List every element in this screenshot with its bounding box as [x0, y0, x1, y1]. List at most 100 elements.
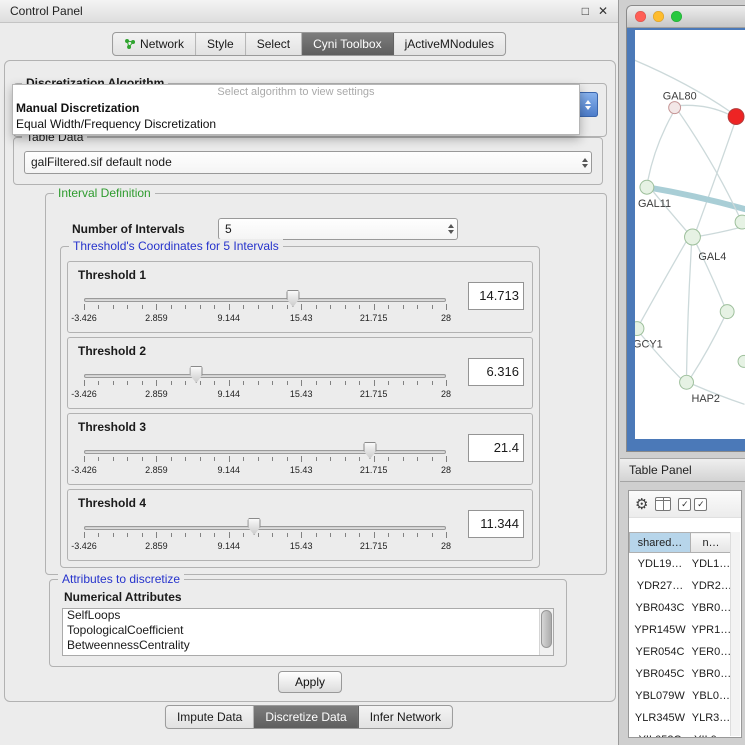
tab-label: Select — [257, 37, 290, 51]
threshold-slider[interactable]: -3.4262.8599.14415.4321.71528 — [84, 366, 446, 404]
attributes-list[interactable]: SelfLoopsTopologicalCoefficientBetweenne… — [62, 608, 554, 656]
threshold-value-field[interactable]: 21.4 — [468, 434, 524, 462]
network-node[interactable] — [738, 355, 745, 367]
zoom-traffic-light[interactable] — [671, 11, 682, 22]
slider-track[interactable] — [84, 450, 446, 454]
table-row[interactable]: YDL19…YDL1… — [630, 553, 732, 576]
table-row[interactable]: YDR27…YDR2… — [630, 575, 732, 597]
tab-cyni-toolbox[interactable]: Cyni Toolbox — [302, 33, 393, 55]
tab-select[interactable]: Select — [246, 33, 302, 55]
table-cell[interactable]: YBR045C — [630, 663, 691, 685]
table-scrollbar[interactable] — [730, 532, 740, 736]
network-edge[interactable] — [635, 58, 730, 112]
table-cell[interactable]: YIL0… — [691, 729, 732, 738]
tab-label: Infer Network — [370, 710, 441, 724]
table-row[interactable]: YER054CYER0… — [630, 641, 732, 663]
table-cell[interactable]: YBL079W — [630, 685, 691, 707]
threshold-slider[interactable]: -3.4262.8599.14415.4321.71528 — [84, 518, 446, 556]
tab-infer-network[interactable]: Infer Network — [359, 706, 452, 728]
table-row[interactable]: YBR043CYBR0… — [630, 597, 732, 619]
network-edge[interactable] — [641, 241, 687, 322]
apply-button[interactable]: Apply — [278, 671, 342, 693]
threshold-value-field[interactable]: 11.344 — [468, 510, 524, 538]
slider-track[interactable] — [84, 298, 446, 302]
attribute-list-item[interactable]: TopologicalCoefficient — [62, 623, 554, 638]
table-cell[interactable]: YDR27… — [630, 575, 691, 597]
network-edge[interactable] — [687, 245, 692, 375]
network-node[interactable] — [720, 305, 734, 319]
network-edge[interactable] — [691, 318, 724, 377]
scrollbar-thumb[interactable] — [541, 610, 552, 648]
network-edge[interactable] — [700, 228, 738, 236]
table-cell[interactable]: YBR0… — [691, 663, 732, 685]
table-cell[interactable]: YDL19… — [630, 553, 691, 576]
combobox-stepper-icon[interactable] — [448, 224, 454, 234]
gear-icon[interactable]: ⚙ — [635, 497, 648, 512]
table-cell[interactable]: YLR345W — [630, 707, 691, 729]
table-row[interactable]: YIL052CYIL0… — [630, 729, 732, 738]
threshold-box: Threshold 4-3.4262.8599.14415.4321.71528… — [67, 489, 533, 561]
table-panel-header[interactable]: Table Panel — [620, 458, 745, 482]
network-edge[interactable] — [696, 125, 734, 230]
list-scrollbar[interactable] — [539, 609, 553, 655]
number-of-intervals-combobox[interactable]: 5 — [218, 218, 458, 240]
network-node-gal80[interactable] — [669, 102, 681, 114]
combobox-stepper-icon[interactable] — [582, 158, 588, 168]
network-window-titlebar[interactable] — [627, 6, 745, 28]
table-row[interactable]: YBL079WYBL0… — [630, 685, 732, 707]
tab-style[interactable]: Style — [196, 33, 246, 55]
table-cell[interactable]: YIL052C — [630, 729, 691, 738]
combobox-stepper-icon[interactable] — [578, 92, 598, 117]
minimize-traffic-light[interactable] — [653, 11, 664, 22]
tab-impute-data[interactable]: Impute Data — [166, 706, 254, 728]
close-traffic-light[interactable] — [635, 11, 646, 22]
threshold-slider[interactable]: -3.4262.8599.14415.4321.71528 — [84, 290, 446, 328]
float-window-icon[interactable]: □ — [582, 4, 589, 18]
network-edge[interactable] — [648, 114, 673, 181]
select-none-checkbox-icon[interactable]: ✓ — [694, 498, 707, 511]
threshold-slider[interactable]: -3.4262.8599.14415.4321.71528 — [84, 442, 446, 480]
tab-network[interactable]: Network — [113, 33, 196, 55]
network-edge[interactable] — [679, 105, 730, 114]
table-cell[interactable]: YLR3… — [691, 707, 732, 729]
column-header-name[interactable]: n… — [691, 533, 732, 553]
close-icon[interactable]: ✕ — [598, 4, 608, 18]
table-row[interactable]: YLR345WYLR3… — [630, 707, 732, 729]
slider-track[interactable] — [84, 374, 446, 378]
slider-track[interactable] — [84, 526, 446, 530]
column-header-shared-name[interactable]: shared… — [630, 533, 691, 553]
threshold-value-field[interactable]: 6.316 — [468, 358, 524, 386]
network-node-gcy1[interactable] — [635, 322, 644, 336]
network-node[interactable] — [728, 109, 744, 125]
table-cell[interactable]: YDR2… — [691, 575, 732, 597]
table-cell[interactable]: YBR043C — [630, 597, 691, 619]
table-row[interactable]: YPR145WYPR1… — [630, 619, 732, 641]
network-node-gal4[interactable] — [685, 229, 701, 245]
table-cell[interactable]: YPR145W — [630, 619, 691, 641]
network-canvas[interactable]: GAL80GAL11GAL4GCY1HAP2 — [635, 30, 745, 439]
network-node-gal11[interactable] — [640, 180, 654, 194]
threshold-value-field[interactable]: 14.713 — [468, 282, 524, 310]
network-node[interactable] — [735, 215, 745, 229]
columns-icon[interactable] — [655, 497, 671, 511]
table-row[interactable]: YBR045CYBR0… — [630, 663, 732, 685]
network-node-hap2[interactable] — [680, 375, 694, 389]
popup-option-manual-discretization[interactable]: Manual Discretization — [13, 100, 579, 116]
tab-jactivemnodules[interactable]: jActiveMNodules — [394, 33, 505, 55]
table-cell[interactable]: YBR0… — [691, 597, 732, 619]
table-cell[interactable]: YER054C — [630, 641, 691, 663]
slider-ticks — [84, 304, 446, 311]
attribute-list-item[interactable]: SelfLoops — [62, 608, 554, 623]
tab-discretize-data[interactable]: Discretize Data — [254, 706, 358, 728]
table-data-combobox[interactable]: galFiltered.sif default node — [24, 151, 592, 174]
attribute-list-item[interactable]: BetweennessCentrality — [62, 638, 554, 653]
table-cell[interactable]: YER0… — [691, 641, 732, 663]
popup-option-equal-width-frequency[interactable]: Equal Width/Frequency Discretization — [13, 116, 579, 132]
control-panel: Control Panel □ ✕ Network Style Select C… — [0, 0, 619, 745]
table-cell[interactable]: YDL1… — [691, 553, 732, 576]
table-cell[interactable]: YBL0… — [691, 685, 732, 707]
threshold-label: Threshold 3 — [78, 420, 146, 434]
select-all-checkbox-icon[interactable]: ✓ — [678, 498, 691, 511]
table-cell[interactable]: YPR1… — [691, 619, 732, 641]
slider-ticks — [84, 532, 446, 539]
